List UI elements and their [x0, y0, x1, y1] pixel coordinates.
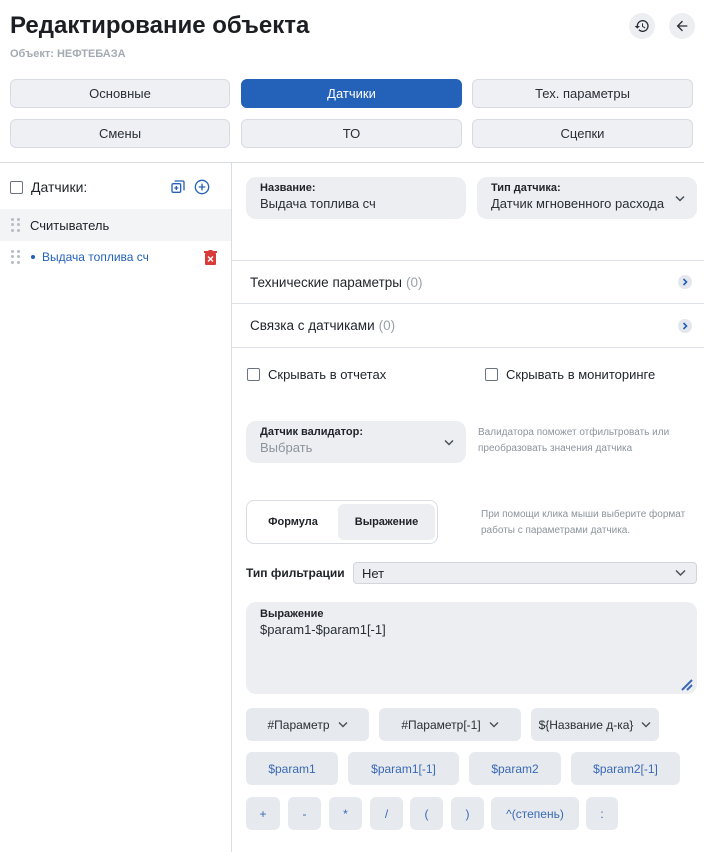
chevron-down-icon [675, 569, 686, 577]
trash-icon [204, 250, 217, 265]
param-dropdown-label: #Параметр [267, 717, 330, 732]
delete-sensor-button[interactable] [204, 250, 217, 265]
back-button[interactable] [669, 13, 695, 39]
validator-select[interactable]: Датчик валидатор: Выбрать [246, 421, 466, 463]
history-icon [634, 20, 649, 32]
chevron-right-icon[interactable] [678, 275, 692, 289]
operator-close-paren-button[interactable]: ) [451, 797, 484, 830]
history-button[interactable] [629, 13, 655, 39]
param1-button[interactable]: $param1 [246, 752, 338, 785]
page-title: Редактирование объекта [10, 12, 310, 39]
hide-in-monitoring-label: Скрывать в мониторинге [506, 367, 656, 382]
sensor-name-label: Название: [260, 182, 316, 194]
hide-in-monitoring-option[interactable]: Скрывать в мониторинге [485, 367, 655, 382]
sensor-links-section[interactable]: Связка с датчиками (0) [232, 304, 704, 348]
operator-divide-button[interactable]: / [370, 797, 403, 830]
drag-handle-icon[interactable] [11, 250, 21, 264]
sensor-name-field[interactable]: Название: Выдача топлива сч [246, 177, 466, 219]
chevron-down-icon [489, 722, 499, 728]
chevron-down-icon [338, 722, 347, 728]
sidebar-item-label: Считыватель [30, 217, 110, 233]
filter-type-value: Нет [362, 565, 385, 581]
sensor-name-dropdown[interactable]: ${Название д-ка} [531, 708, 659, 741]
chevron-down-icon [444, 439, 454, 446]
chevron-down-icon [675, 195, 685, 202]
add-sensor-button[interactable] [194, 179, 210, 195]
hide-in-monitoring-checkbox[interactable] [485, 368, 498, 381]
sensor-name-value: Выдача топлива сч [260, 196, 376, 211]
param1-prev-button[interactable]: $param1[-1] [348, 752, 459, 785]
validator-placeholder: Выбрать [260, 440, 313, 455]
operator-plus-button[interactable]: + [246, 797, 280, 830]
object-subtitle-prefix: Объект: [10, 48, 54, 60]
tech-params-section[interactable]: Технические параметры (0) [232, 260, 704, 304]
validator-hint: Валидатора поможет отфильтровать или пре… [478, 427, 670, 454]
param-prev-dropdown[interactable]: #Параметр[-1] [379, 708, 521, 741]
sensor-links-count: (0) [378, 318, 396, 333]
tab-tech-params[interactable]: Тех. параметры [472, 79, 693, 108]
chevron-right-icon[interactable] [678, 318, 692, 333]
object-subtitle: Объект: НЕФТЕБАЗА [10, 48, 126, 60]
operator-power-button[interactable]: ^(степень) [491, 797, 579, 830]
tab-couplings[interactable]: Сцепки [472, 119, 693, 148]
tech-params-label: Технические параметры [250, 274, 403, 290]
param2-prev-button[interactable]: $param2[-1] [571, 752, 680, 785]
hide-in-reports-label: Скрывать в отчетах [268, 367, 387, 382]
param2-button[interactable]: $param2 [469, 752, 561, 785]
expression-tab[interactable]: Выражение [338, 504, 435, 540]
tab-maintenance[interactable]: ТО [241, 119, 462, 148]
sensor-links-label: Связка с датчиками [250, 318, 375, 333]
arrow-left-icon [676, 20, 688, 32]
mode-hint: При помощи клика мыши выберите формат ра… [481, 509, 686, 536]
resize-handle-icon[interactable] [679, 677, 693, 691]
expression-label: Выражение [260, 608, 324, 620]
sensor-type-label: Тип датчика: [491, 182, 561, 194]
tab-main[interactable]: Основные [10, 79, 230, 108]
tab-sensors[interactable]: Датчики [241, 79, 462, 108]
operator-colon-button[interactable]: : [586, 797, 618, 830]
sidebar-header-label: Датчики: [31, 179, 88, 195]
expression-field[interactable]: Выражение $param1-$param1[-1] [246, 602, 697, 694]
content-divider [0, 162, 704, 163]
formula-tab[interactable]: Формула [250, 504, 336, 540]
drag-handle-icon[interactable] [11, 218, 21, 232]
sidebar-header: Датчики: [10, 179, 87, 195]
param-prev-dropdown-label: #Параметр[-1] [401, 717, 481, 732]
sensor-name-dropdown-label: ${Название д-ка} [538, 717, 634, 732]
plus-circle-icon [194, 179, 210, 195]
expression-value: $param1-$param1[-1] [260, 622, 386, 637]
copy-add-icon [171, 180, 185, 193]
sensor-type-value: Датчик мгновенного расхода [491, 196, 665, 211]
operator-minus-button[interactable]: - [288, 797, 321, 830]
validator-label: Датчик валидатор: [260, 426, 363, 438]
mode-switch: Формула Выражение [246, 500, 438, 544]
chevron-down-icon [641, 722, 651, 728]
param-dropdown[interactable]: #Параметр [246, 708, 369, 741]
filter-type-select[interactable]: Нет [353, 562, 697, 584]
hide-in-reports-option[interactable]: Скрывать в отчетах [247, 367, 386, 382]
sidebar-item-label: Выдача топлива сч [42, 250, 149, 264]
object-subtitle-value: НЕФТЕБАЗА [56, 48, 126, 60]
tech-params-count: (0) [406, 274, 423, 290]
operator-open-paren-button[interactable]: ( [410, 797, 443, 830]
select-all-checkbox[interactable] [10, 180, 23, 194]
operator-multiply-button[interactable]: * [329, 797, 362, 830]
sensor-type-select[interactable]: Тип датчика: Датчик мгновенного расхода [477, 177, 697, 219]
sidebar-item-fuel-dispense[interactable]: Выдача топлива сч [0, 241, 231, 273]
copy-sensor-button[interactable] [170, 179, 186, 195]
hide-in-reports-checkbox[interactable] [247, 368, 260, 381]
active-dot-icon [31, 255, 35, 259]
sidebar-item-reader[interactable]: Считыватель [0, 209, 231, 241]
tab-shifts[interactable]: Смены [10, 119, 230, 148]
filter-type-label: Тип фильтрации [246, 566, 345, 580]
